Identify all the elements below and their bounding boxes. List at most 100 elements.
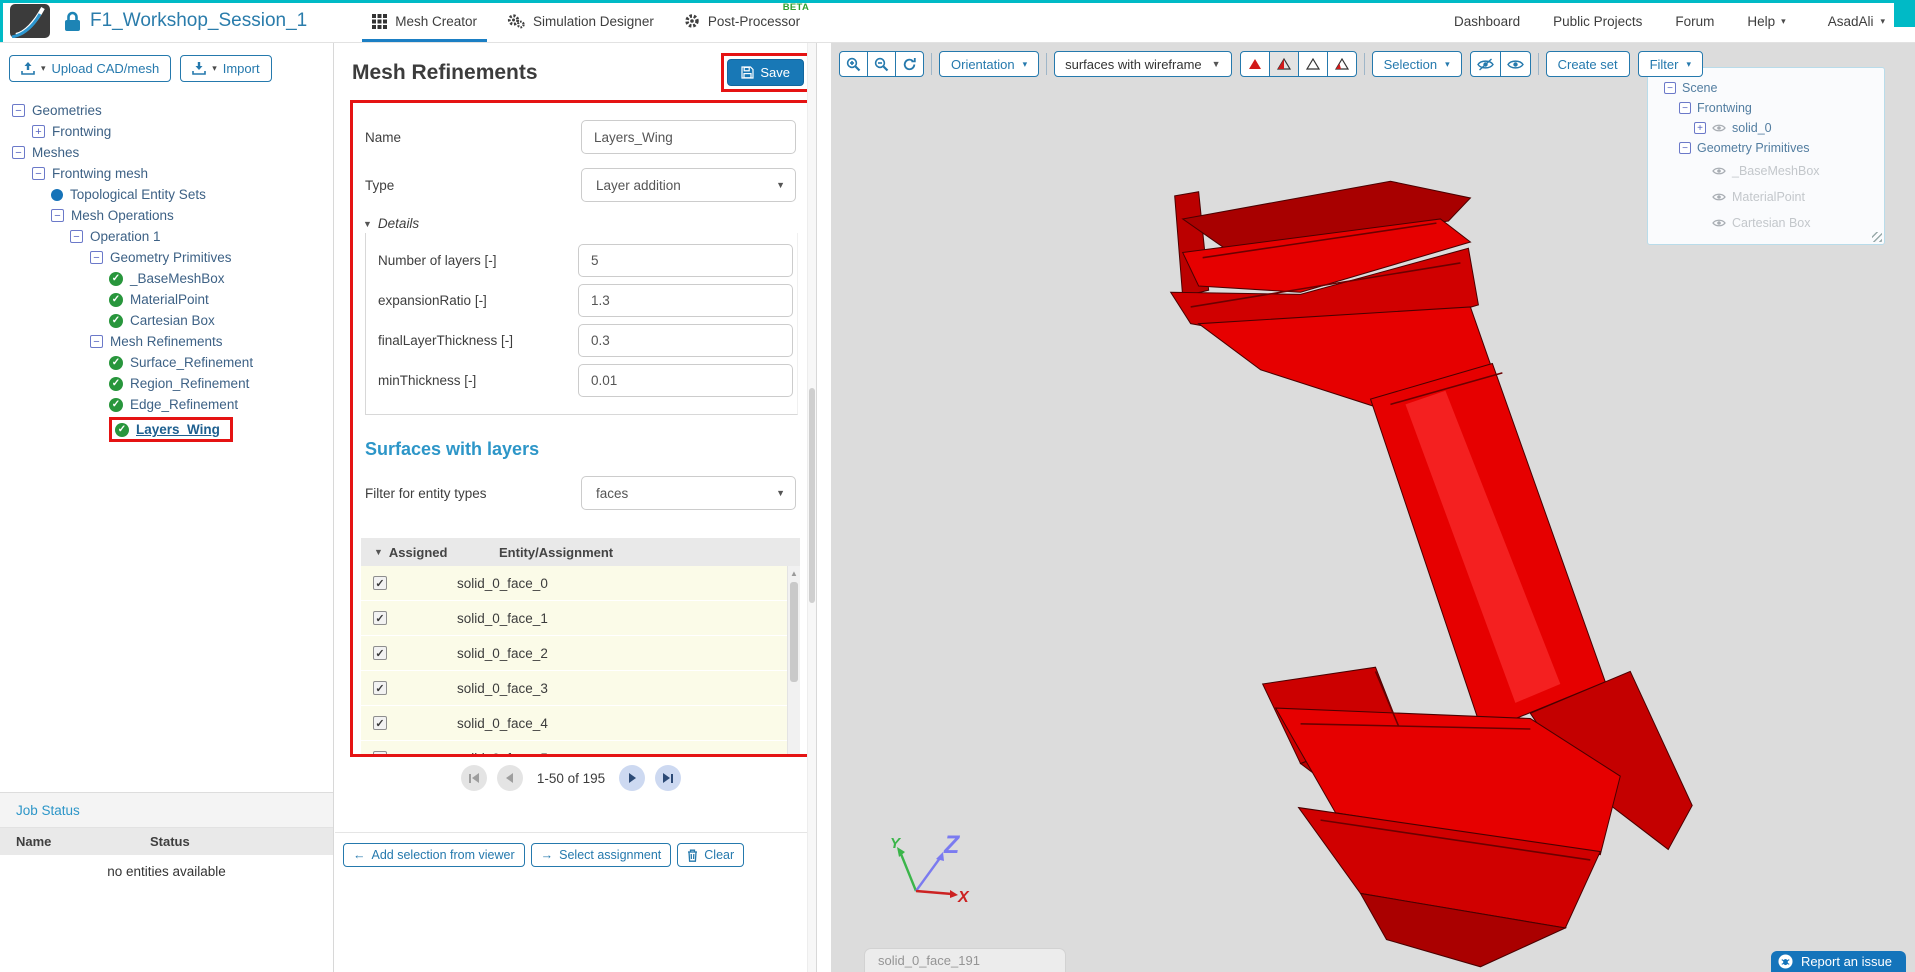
assignment-action-button[interactable]: ← → Select assignment [531, 843, 672, 867]
detail-field-input[interactable] [578, 324, 793, 357]
upload-cad-button[interactable]: ▾ Upload CAD/mesh [9, 55, 171, 82]
tree-item[interactable]: Mesh Operations [2, 205, 331, 226]
solid-wireframe-view-button[interactable] [1269, 51, 1299, 77]
tree-item-icon[interactable] [70, 230, 83, 243]
type-select[interactable]: Layer addition ▼ [581, 168, 796, 202]
create-set-button[interactable]: Create set [1546, 51, 1630, 77]
assigned-column-header[interactable]: ▼ Assigned [361, 545, 499, 560]
show-selection-button[interactable] [1500, 51, 1531, 77]
tree-item[interactable]: Frontwing mesh [2, 163, 331, 184]
scene-tree-item[interactable]: MaterialPoint [1654, 184, 1878, 210]
tree-item[interactable]: Operation 1 [2, 226, 331, 247]
wireframe-view-button[interactable] [1298, 51, 1328, 77]
detail-field-input[interactable] [578, 284, 793, 317]
assigned-checkbox[interactable] [373, 611, 387, 625]
tree-item[interactable]: Frontwing [2, 121, 331, 142]
entity-row[interactable]: solid_0_face_5 [361, 741, 800, 757]
assigned-checkbox[interactable] [373, 716, 387, 730]
tree-item[interactable]: Layers_Wing [2, 415, 331, 444]
assignment-action-button[interactable]: ← → Add selection from viewer [343, 843, 525, 867]
tree-item-icon[interactable] [32, 167, 45, 180]
transparent-view-button[interactable] [1327, 51, 1357, 77]
tree-item-icon[interactable] [51, 209, 64, 222]
assignment-action-button[interactable]: ← → Clear [677, 843, 744, 867]
user-menu[interactable]: AsadAli ▾ [1828, 14, 1885, 29]
filter-dropdown[interactable]: Filter ▾ [1638, 51, 1703, 77]
tree-item-icon[interactable] [109, 314, 123, 328]
tree-item[interactable]: MaterialPoint [2, 289, 331, 310]
first-page-button[interactable] [461, 765, 487, 791]
reset-view-button[interactable] [895, 51, 924, 77]
entity-type-filter-select[interactable]: faces ▼ [581, 476, 796, 510]
tree-item[interactable]: _BaseMeshBox [2, 268, 331, 289]
assigned-checkbox[interactable] [373, 681, 387, 695]
entity-row[interactable]: solid_0_face_2 [361, 636, 800, 671]
scrollbar-thumb[interactable] [809, 388, 815, 603]
tree-item-icon[interactable] [90, 335, 103, 348]
scene-tree-item[interactable]: solid_0 [1654, 118, 1878, 138]
assigned-checkbox[interactable] [373, 576, 387, 590]
last-page-button[interactable] [655, 765, 681, 791]
eye-icon[interactable] [1712, 166, 1726, 176]
viewer-3d[interactable]: Orientation ▾ surfaces with wireframe ▼ [831, 43, 1915, 972]
nav-link[interactable]: Help ▾ [1747, 14, 1785, 29]
solid-view-button[interactable] [1240, 51, 1270, 77]
tree-item-icon[interactable] [109, 293, 123, 307]
hide-selection-button[interactable] [1470, 51, 1501, 77]
tree-item[interactable]: Surface_Refinement [2, 352, 331, 373]
import-button[interactable]: ▾ Import [180, 55, 271, 82]
entity-row[interactable]: solid_0_face_0 [361, 566, 800, 601]
tree-item-icon[interactable] [109, 356, 123, 370]
scene-tree-item[interactable]: Cartesian Box [1654, 210, 1878, 236]
next-page-button[interactable] [619, 765, 645, 791]
selection-dropdown[interactable]: Selection ▾ [1372, 51, 1462, 77]
entity-row[interactable]: solid_0_face_4 [361, 706, 800, 741]
scroll-up-icon[interactable]: ▲ [788, 569, 800, 578]
detail-field-input[interactable] [578, 244, 793, 277]
entity-row[interactable]: solid_0_face_1 [361, 601, 800, 636]
scene-tree-item[interactable]: Scene [1654, 78, 1878, 98]
render-mode-select[interactable]: surfaces with wireframe ▼ [1054, 51, 1231, 77]
tree-item-icon[interactable] [109, 272, 123, 286]
module-tab[interactable]: Simulation Designer [492, 0, 669, 42]
save-button[interactable]: Save [727, 59, 804, 86]
tree-item[interactable]: Meshes [2, 142, 331, 163]
tree-item[interactable]: Edge_Refinement [2, 394, 331, 415]
tree-item[interactable]: Region_Refinement [2, 373, 331, 394]
tree-item[interactable]: Geometries [2, 100, 331, 121]
panel-scrollbar[interactable] [807, 43, 816, 972]
tree-expander-icon[interactable] [1679, 142, 1691, 154]
previous-page-button[interactable] [497, 765, 523, 791]
detail-field-input[interactable] [578, 364, 793, 397]
project-title[interactable]: F1_Workshop_Session_1 [90, 10, 307, 32]
tree-item[interactable]: Geometry Primitives [2, 247, 331, 268]
tree-expander-icon[interactable] [1664, 82, 1676, 94]
eye-icon[interactable] [1712, 218, 1726, 228]
tree-item-icon[interactable] [32, 125, 45, 138]
nav-link[interactable]: Forum [1675, 14, 1720, 29]
scene-tree-item[interactable]: Geometry Primitives [1654, 138, 1878, 158]
report-issue-button[interactable]: Report an issue [1771, 951, 1906, 972]
details-toggle[interactable]: ▼ Details [363, 216, 798, 231]
tree-item-icon[interactable] [109, 398, 123, 412]
zoom-in-button[interactable] [839, 51, 868, 77]
orientation-dropdown[interactable]: Orientation ▾ [939, 51, 1039, 77]
tree-item-icon[interactable] [12, 104, 25, 117]
module-tab[interactable]: Post-Processor BETA [669, 0, 815, 42]
tree-expander-icon[interactable] [1679, 102, 1691, 114]
scene-tree-item[interactable]: _BaseMeshBox [1654, 158, 1878, 184]
zoom-out-button[interactable] [867, 51, 896, 77]
tree-item[interactable]: Mesh Refinements [2, 331, 331, 352]
tree-item-icon[interactable] [109, 377, 123, 391]
assigned-checkbox[interactable] [373, 646, 387, 660]
tree-item-icon[interactable] [90, 251, 103, 264]
tree-item-icon[interactable] [115, 423, 129, 437]
simscale-logo[interactable] [10, 4, 50, 38]
name-input[interactable] [581, 120, 796, 154]
scrollbar-thumb[interactable] [790, 582, 798, 682]
eye-icon[interactable] [1712, 123, 1726, 133]
table-scrollbar[interactable]: ▲ ▼ [787, 566, 800, 757]
tree-item[interactable]: Cartesian Box [2, 310, 331, 331]
eye-icon[interactable] [1712, 192, 1726, 202]
tree-item[interactable]: Topological Entity Sets [2, 184, 331, 205]
